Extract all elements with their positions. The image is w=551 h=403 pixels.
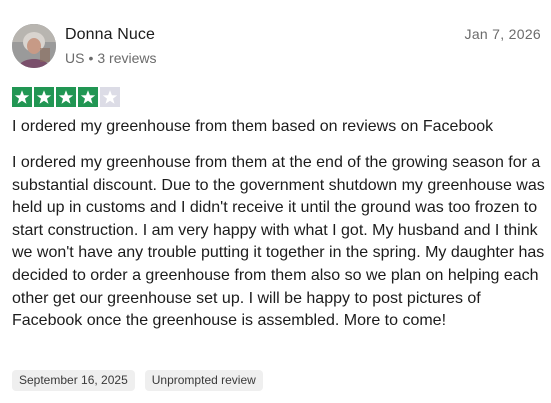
avatar[interactable] (12, 24, 56, 68)
star-empty-icon (100, 87, 120, 107)
star-filled-icon (34, 87, 54, 107)
review-body: I ordered my greenhouse from them at the… (12, 154, 545, 330)
reviewer-meta: US • 3 reviews (65, 50, 157, 66)
star-filled-icon (12, 87, 32, 107)
reviewer-country: US (65, 50, 85, 66)
review-title[interactable]: I ordered my greenhouse from them based … (12, 118, 493, 136)
star-filled-icon (78, 87, 98, 107)
star-rating (12, 87, 120, 107)
date-of-experience-tag: September 16, 2025 (12, 370, 135, 391)
review-card: Donna Nuce US • 3 reviews Jan 7, 2026 I or… (0, 0, 551, 403)
star-filled-icon (56, 87, 76, 107)
review-type-tag: Unprompted review (144, 370, 263, 391)
reviewer-review-count[interactable]: 3 reviews (97, 50, 156, 66)
meta-separator: • (88, 50, 94, 66)
review-date: Jan 7, 2026 (464, 26, 541, 42)
review-tags: September 16, 2025 Unprompted review (12, 370, 263, 391)
reviewer-name[interactable]: Donna Nuce (65, 26, 155, 44)
